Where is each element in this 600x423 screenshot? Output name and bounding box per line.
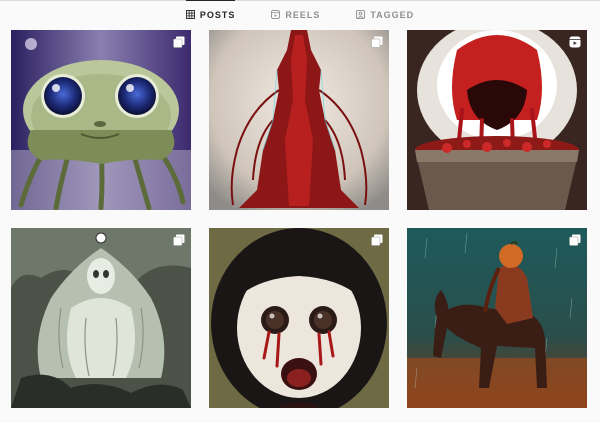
post-thumbnail[interactable] xyxy=(11,30,191,210)
post-image-creature xyxy=(11,30,191,210)
post-image-ghost xyxy=(11,228,191,408)
reel-icon xyxy=(569,36,581,48)
tab-reels[interactable]: REELS xyxy=(271,1,320,29)
multiple-posts-icon xyxy=(371,234,383,246)
tab-posts[interactable]: POSTS xyxy=(185,0,236,28)
multiple-posts-icon xyxy=(173,36,185,48)
multiple-posts-icon xyxy=(371,36,383,48)
post-thumbnail[interactable] xyxy=(407,228,587,408)
tab-reels-label: REELS xyxy=(285,9,321,20)
tagged-icon xyxy=(356,10,366,19)
tab-tagged[interactable]: TAGGED xyxy=(356,1,414,29)
post-image-bucket-mouth xyxy=(407,30,587,210)
post-image-red-figure xyxy=(209,30,389,210)
post-thumbnail[interactable] xyxy=(407,30,587,210)
post-thumbnail[interactable] xyxy=(209,30,389,210)
post-thumbnail[interactable] xyxy=(11,228,191,408)
grid-icon xyxy=(185,10,195,19)
reels-icon xyxy=(271,10,281,19)
post-image-horseman xyxy=(407,228,587,408)
multiple-posts-icon xyxy=(173,234,185,246)
post-image-doll-face xyxy=(209,228,389,408)
tab-posts-label: POSTS xyxy=(199,9,236,20)
multiple-posts-icon xyxy=(569,234,581,246)
tab-tagged-label: TAGGED xyxy=(370,9,415,20)
post-thumbnail[interactable] xyxy=(209,228,389,408)
profile-tabs: POSTS REELS TAGGED xyxy=(0,0,600,28)
